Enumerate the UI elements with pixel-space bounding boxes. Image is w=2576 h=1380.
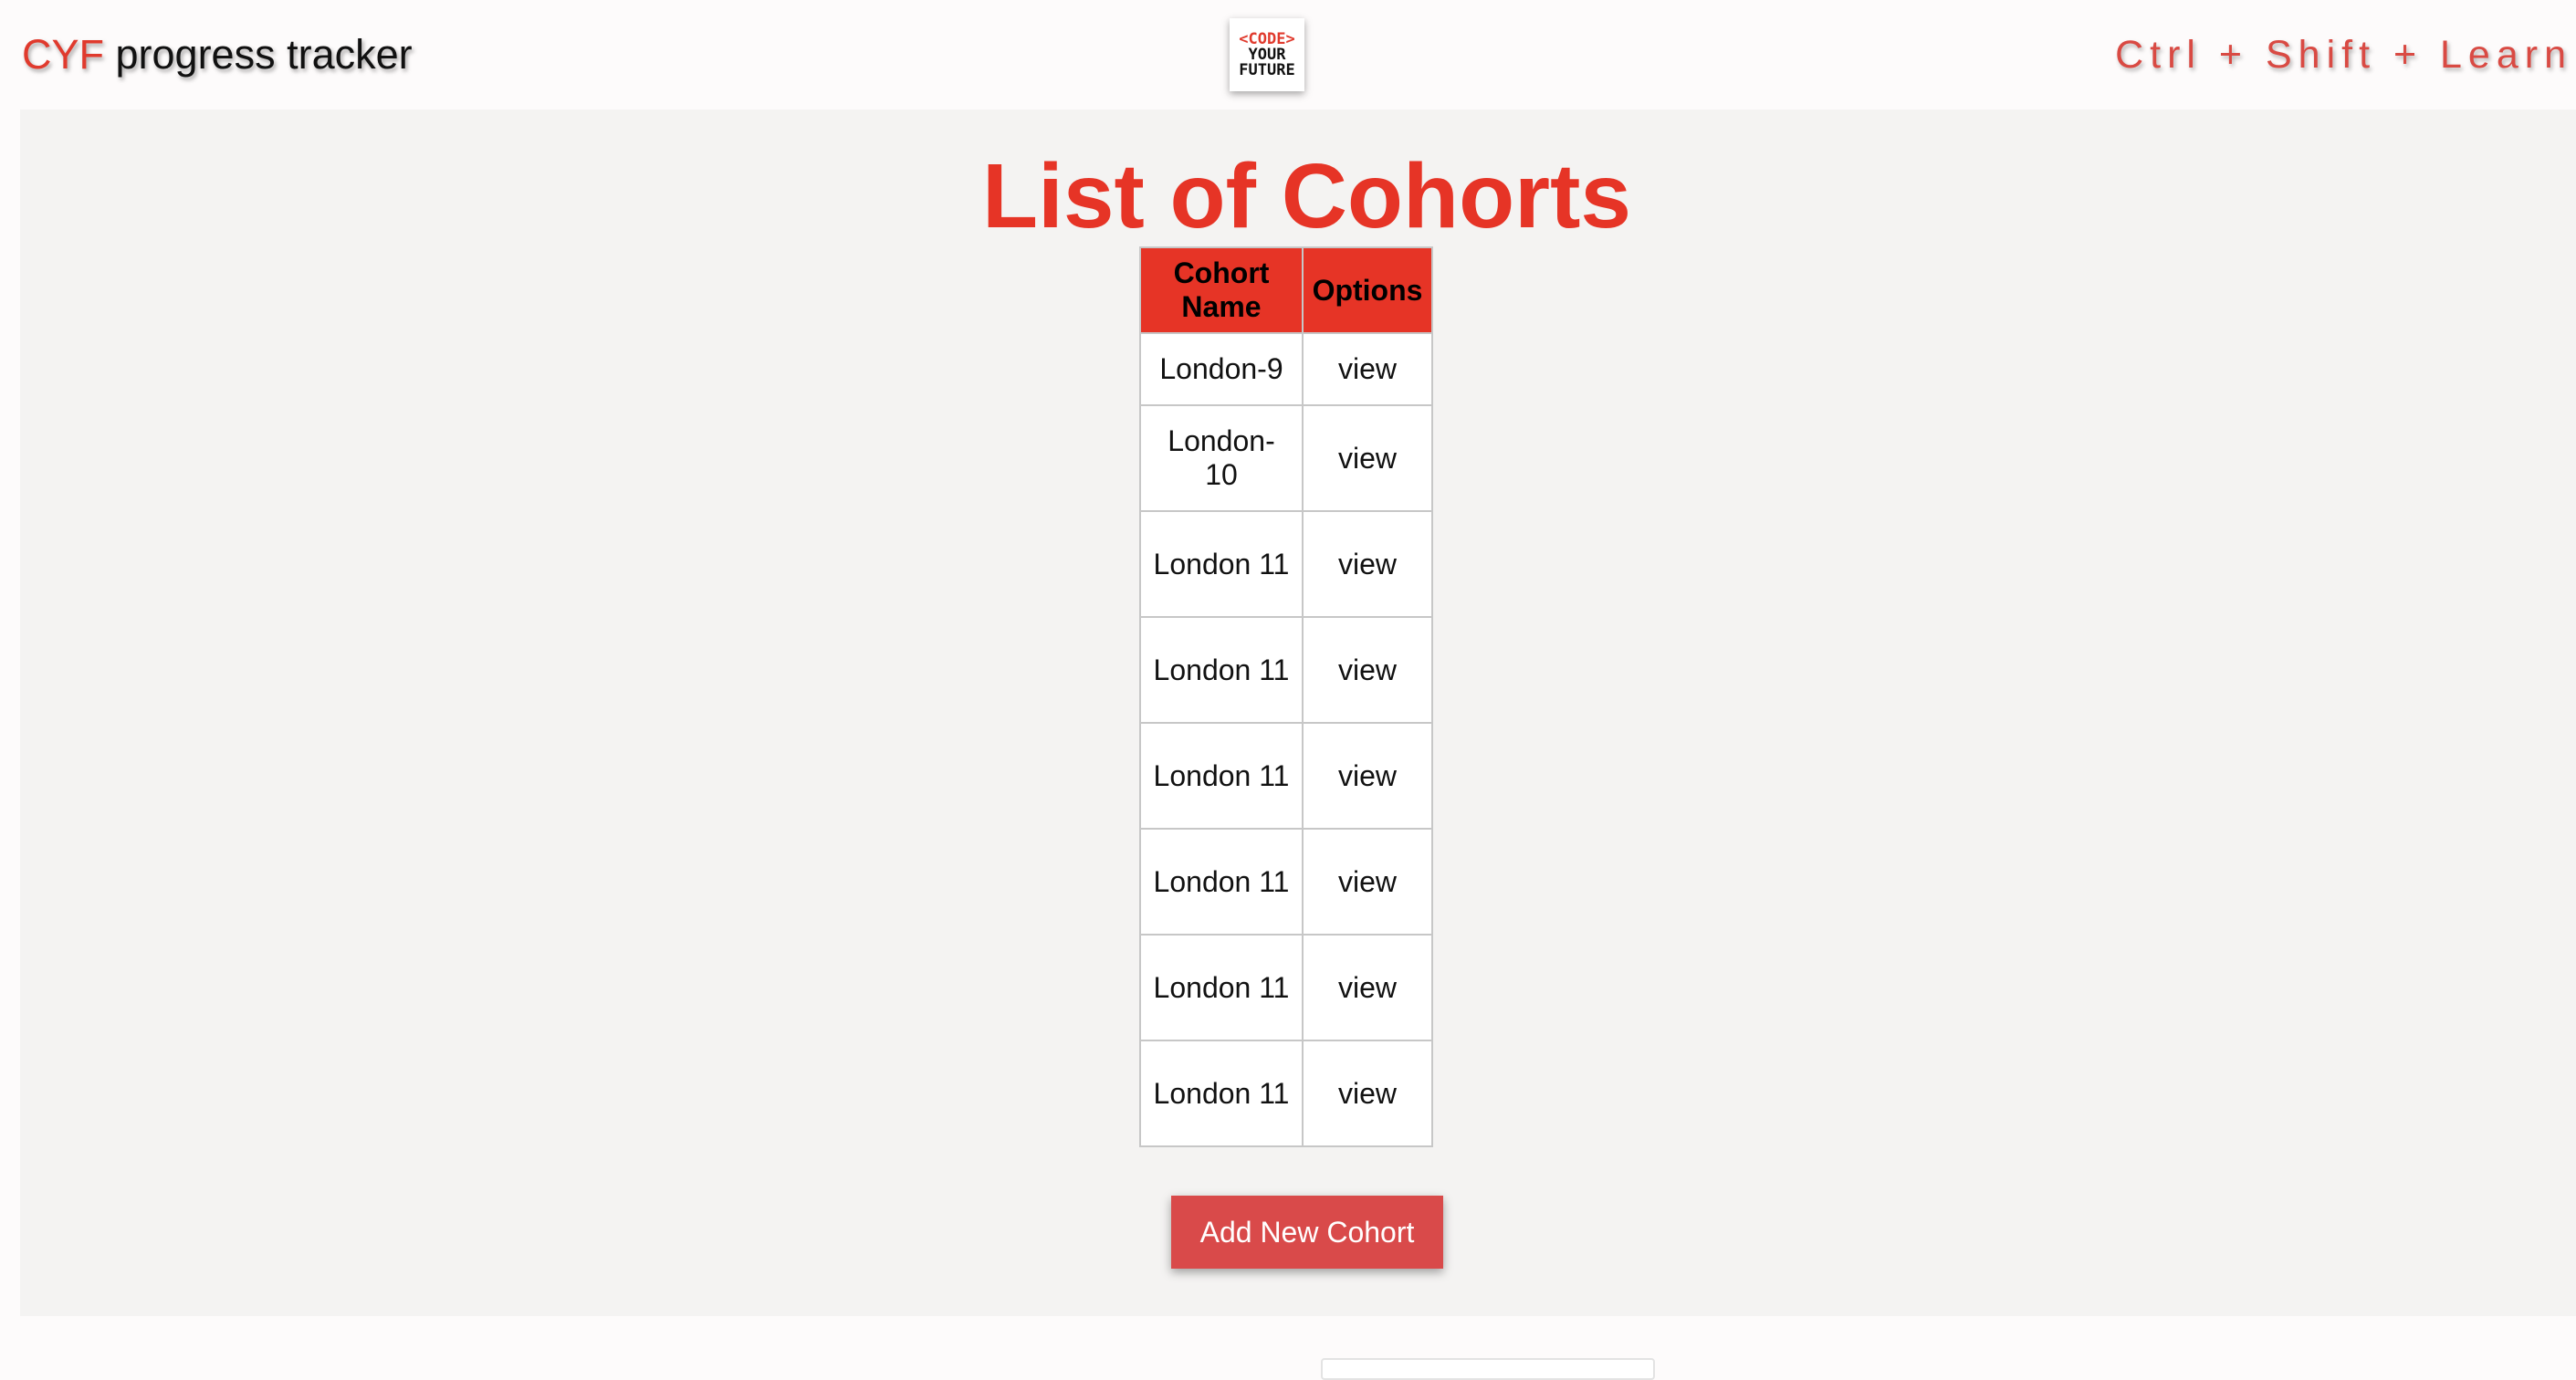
view-cohort-link[interactable]: view — [1302, 404, 1433, 512]
main-content: List of Cohorts Cohort Name Options Lond… — [20, 110, 2576, 1316]
cohort-name: London 11 — [1153, 758, 1290, 792]
logo-line-2: YOUR — [1248, 45, 1286, 64]
table-row: London 11 view — [1139, 722, 1433, 830]
footer-input[interactable] — [1321, 1358, 1655, 1380]
table-row: London 11 view — [1139, 828, 1433, 936]
cohort-name-cell: London 11 — [1139, 828, 1304, 936]
cohort-name: London 11 — [1153, 653, 1290, 686]
logo-line-3: FUTURE — [1239, 60, 1295, 79]
table-row: London-9 view — [1139, 332, 1433, 406]
brand-subtitle: progress tracker — [104, 31, 413, 78]
table-row: London 11 view — [1139, 510, 1433, 618]
cohort-name: London-9 — [1159, 352, 1283, 385]
cohorts-table-body: London-9 view London-10 view London 11 view Lo… — [1139, 332, 1433, 1147]
view-cohort-link[interactable]: view — [1302, 332, 1433, 406]
brand-title[interactable]: CYF progress tracker — [22, 27, 413, 82]
slogan: Ctrl + Shift + Learn — [2115, 33, 2572, 77]
table-row: London 11 view — [1139, 1040, 1433, 1147]
cohort-name: London 11 — [1153, 547, 1290, 580]
logo-line-1: <CODE> — [1239, 29, 1295, 48]
view-cohort-link[interactable]: view — [1302, 722, 1433, 830]
cohort-name-cell: London-10 — [1139, 404, 1304, 512]
cohort-name-cell: London 11 — [1139, 722, 1304, 830]
view-cohort-link[interactable]: view — [1302, 934, 1433, 1041]
cohort-name: London 11 — [1153, 970, 1290, 1004]
table-row: London 11 view — [1139, 616, 1433, 724]
table-row: London-10 view — [1139, 404, 1433, 512]
cohort-name-cell: London 11 — [1139, 934, 1304, 1041]
page-title: List of Cohorts — [981, 145, 1632, 247]
cohort-name-cell: London 11 — [1139, 510, 1304, 618]
view-cohort-link[interactable]: view — [1302, 510, 1433, 618]
cohorts-table: Cohort Name Options London-9 view London-1… — [1139, 246, 1433, 1147]
cohort-name: London 11 — [1153, 864, 1290, 898]
column-header-cohort-name: Cohort Name — [1139, 246, 1304, 334]
top-header: CYF progress tracker <CODE> YOUR FUTURE … — [0, 0, 2576, 110]
table-header-row: Cohort Name Options — [1139, 246, 1433, 334]
cohort-name: London 11 — [1153, 1076, 1290, 1110]
cohort-name-cell: London 11 — [1139, 1040, 1304, 1147]
column-header-options: Options — [1302, 246, 1433, 334]
add-new-cohort-button[interactable]: Add New Cohort — [1171, 1196, 1443, 1269]
view-cohort-link[interactable]: view — [1302, 616, 1433, 724]
view-cohort-link[interactable]: view — [1302, 1040, 1433, 1147]
cohort-name-cell: London-9 — [1139, 332, 1304, 406]
cyf-logo[interactable]: <CODE> YOUR FUTURE — [1230, 18, 1304, 91]
cohort-name: London-10 — [1168, 424, 1275, 491]
table-row: London 11 view — [1139, 934, 1433, 1041]
view-cohort-link[interactable]: view — [1302, 828, 1433, 936]
brand-short: CYF — [22, 31, 104, 78]
cohort-name-cell: London 11 — [1139, 616, 1304, 724]
